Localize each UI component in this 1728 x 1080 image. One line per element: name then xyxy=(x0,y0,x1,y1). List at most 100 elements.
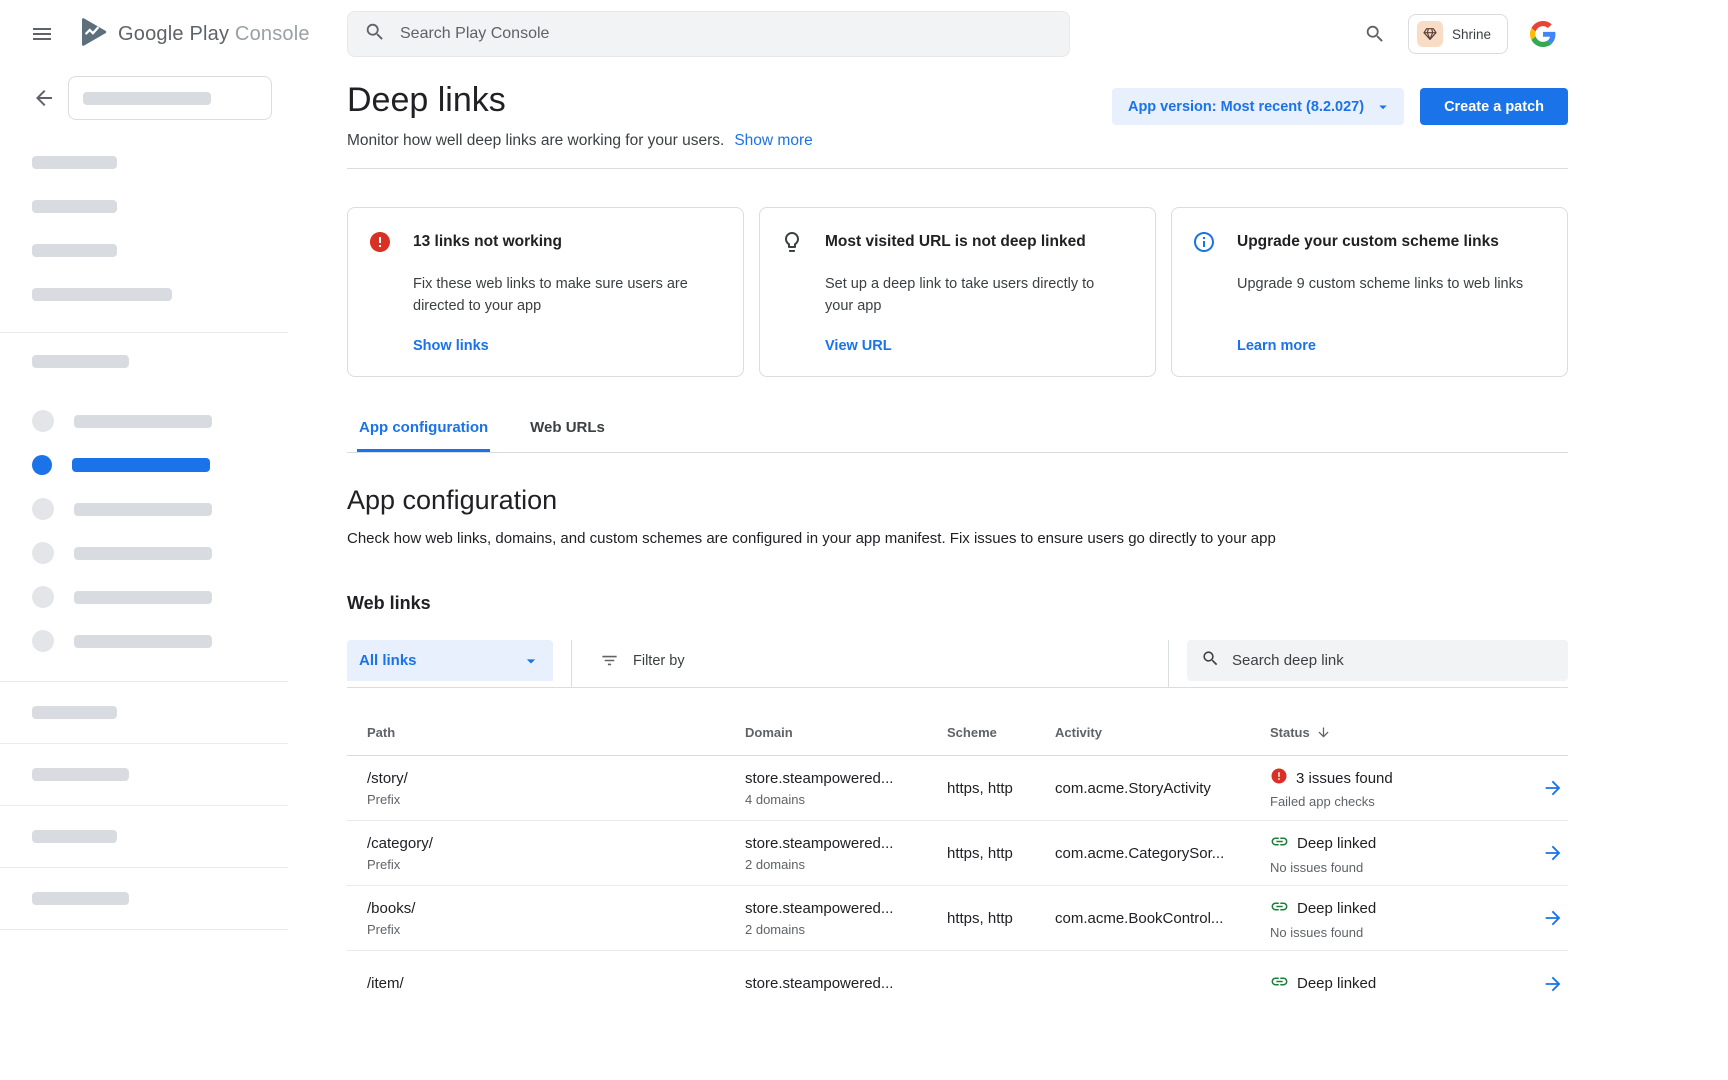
sidebar-nav-item[interactable] xyxy=(32,399,288,443)
row-detail-arrow-icon[interactable] xyxy=(1542,842,1564,864)
view-url-link[interactable]: View URL xyxy=(825,338,892,354)
table-row[interactable]: /story/ Prefix store.steampowered... 4 d… xyxy=(347,756,1568,821)
skeleton-bar xyxy=(32,768,129,781)
topbar: Google Play Console Shrine xyxy=(0,0,1728,68)
sidebar-nav-list xyxy=(0,399,288,663)
path-type: Prefix xyxy=(367,922,745,937)
skeleton-bar xyxy=(32,706,117,719)
nav-item-icon-placeholder xyxy=(32,542,54,564)
nav-item-icon-placeholder xyxy=(32,586,54,608)
skeleton-bar xyxy=(32,156,117,169)
domain-value: store.steampowered... xyxy=(745,975,947,992)
table-row[interactable]: /item/ store.steampowered... Deep linked xyxy=(347,951,1568,1016)
path-value: /category/ xyxy=(367,835,745,852)
sidebar-section-skeleton xyxy=(0,867,288,930)
domain-value: store.steampowered... xyxy=(745,835,947,852)
card-title: 13 links not working xyxy=(413,230,562,251)
skeleton-bar xyxy=(83,92,211,105)
play-console-logo-icon xyxy=(76,16,108,53)
card-links-not-working: 13 links not working Fix these web links… xyxy=(347,207,744,377)
search-icon xyxy=(364,21,386,48)
deep-link-search[interactable] xyxy=(1187,640,1568,681)
secondary-search-icon[interactable] xyxy=(1364,23,1386,45)
skeleton-bar xyxy=(74,415,212,428)
skeleton-bar xyxy=(74,635,212,648)
status-detail: No issues found xyxy=(1270,860,1524,875)
sidebar-nav-item[interactable] xyxy=(32,531,288,575)
activity-value: com.acme.StoryActivity xyxy=(1055,780,1270,797)
skeleton-bar xyxy=(32,830,117,843)
learn-more-link[interactable]: Learn more xyxy=(1237,338,1316,354)
table-row[interactable]: /category/ Prefix store.steampowered... … xyxy=(347,821,1568,886)
search-icon xyxy=(1201,649,1220,673)
app-switcher-chip[interactable]: Shrine xyxy=(1408,14,1508,54)
topbar-left: Google Play Console xyxy=(0,16,347,53)
global-search[interactable] xyxy=(347,11,1070,57)
status-detail: No issues found xyxy=(1270,925,1524,940)
nav-item-icon-placeholder xyxy=(32,630,54,652)
column-header-domain[interactable]: Domain xyxy=(745,725,947,740)
page-header: Deep links Monitor how well deep links a… xyxy=(347,78,1568,150)
sidebar-skeleton-group xyxy=(0,355,288,368)
sidebar xyxy=(0,68,288,1016)
sidebar-nav-item[interactable] xyxy=(32,487,288,531)
logo-brand: Google Play xyxy=(118,23,229,45)
sidebar-nav-item-selected[interactable] xyxy=(32,443,288,487)
row-detail-arrow-icon[interactable] xyxy=(1542,973,1564,995)
app-version-dropdown[interactable]: App version: Most recent (8.2.027) xyxy=(1112,88,1404,125)
column-header-activity[interactable]: Activity xyxy=(1055,725,1270,740)
status-header-label: Status xyxy=(1270,725,1310,740)
nav-item-icon-placeholder xyxy=(32,498,54,520)
sidebar-section-skeleton xyxy=(0,805,288,867)
table-row[interactable]: /books/ Prefix store.steampowered... 2 d… xyxy=(347,886,1568,951)
table-toolbar: All links Filter by xyxy=(347,640,1568,688)
skeleton-bar xyxy=(74,591,212,604)
toolbar-divider xyxy=(1168,640,1169,688)
row-detail-arrow-icon[interactable] xyxy=(1542,907,1564,929)
column-header-scheme[interactable]: Scheme xyxy=(947,725,1055,740)
row-detail-arrow-icon[interactable] xyxy=(1542,777,1564,799)
links-filter-select[interactable]: All links xyxy=(347,640,553,681)
card-title: Upgrade your custom scheme links xyxy=(1237,230,1499,251)
activity-value: com.acme.CategorySor... xyxy=(1055,845,1270,862)
info-icon xyxy=(1192,230,1216,259)
app-switcher-label: Shrine xyxy=(1452,27,1491,42)
status-label: Deep linked xyxy=(1297,975,1376,992)
create-patch-button[interactable]: Create a patch xyxy=(1420,88,1568,125)
scheme-value: https, http xyxy=(947,780,1055,797)
menu-icon[interactable] xyxy=(30,21,56,47)
deep-link-search-input[interactable] xyxy=(1232,652,1554,669)
sidebar-nav-item[interactable] xyxy=(32,575,288,619)
sidebar-nav-item[interactable] xyxy=(32,619,288,663)
app-selector-skeleton[interactable] xyxy=(68,76,272,120)
links-filter-label: All links xyxy=(359,652,417,669)
tab-app-configuration[interactable]: App configuration xyxy=(357,419,490,452)
link-icon xyxy=(1270,832,1289,855)
card-body: Fix these web links to make sure users a… xyxy=(413,273,713,317)
main-content: Deep links Monitor how well deep links a… xyxy=(288,68,1728,1016)
show-links-link[interactable]: Show links xyxy=(413,338,489,354)
domain-value: store.steampowered... xyxy=(745,770,947,787)
section-description: Check how web links, domains, and custom… xyxy=(347,530,1568,547)
back-arrow-icon[interactable] xyxy=(32,86,56,110)
sort-descending-icon xyxy=(1316,725,1331,740)
filter-by-button[interactable]: Filter by xyxy=(572,640,685,681)
google-logo[interactable] xyxy=(1530,21,1556,47)
filter-by-label: Filter by xyxy=(633,653,685,669)
link-icon xyxy=(1270,897,1289,920)
skeleton-bar xyxy=(32,288,172,301)
skeleton-bar xyxy=(32,200,117,213)
global-search-input[interactable] xyxy=(400,25,1053,43)
web-links-table: Path Domain Scheme Activity Status /stor… xyxy=(347,688,1568,1016)
scheme-value: https, http xyxy=(947,845,1055,862)
tab-web-urls[interactable]: Web URLs xyxy=(528,419,607,452)
activity-value: com.acme.BookControl... xyxy=(1055,910,1270,927)
column-header-path[interactable]: Path xyxy=(367,725,745,740)
nav-item-icon-placeholder xyxy=(32,455,52,475)
show-more-link[interactable]: Show more xyxy=(734,132,812,150)
column-header-status[interactable]: Status xyxy=(1270,725,1524,740)
filter-icon xyxy=(600,651,619,670)
card-title: Most visited URL is not deep linked xyxy=(825,230,1086,251)
nav-item-icon-placeholder xyxy=(32,410,54,432)
play-console-logo: Google Play Console xyxy=(76,16,310,53)
